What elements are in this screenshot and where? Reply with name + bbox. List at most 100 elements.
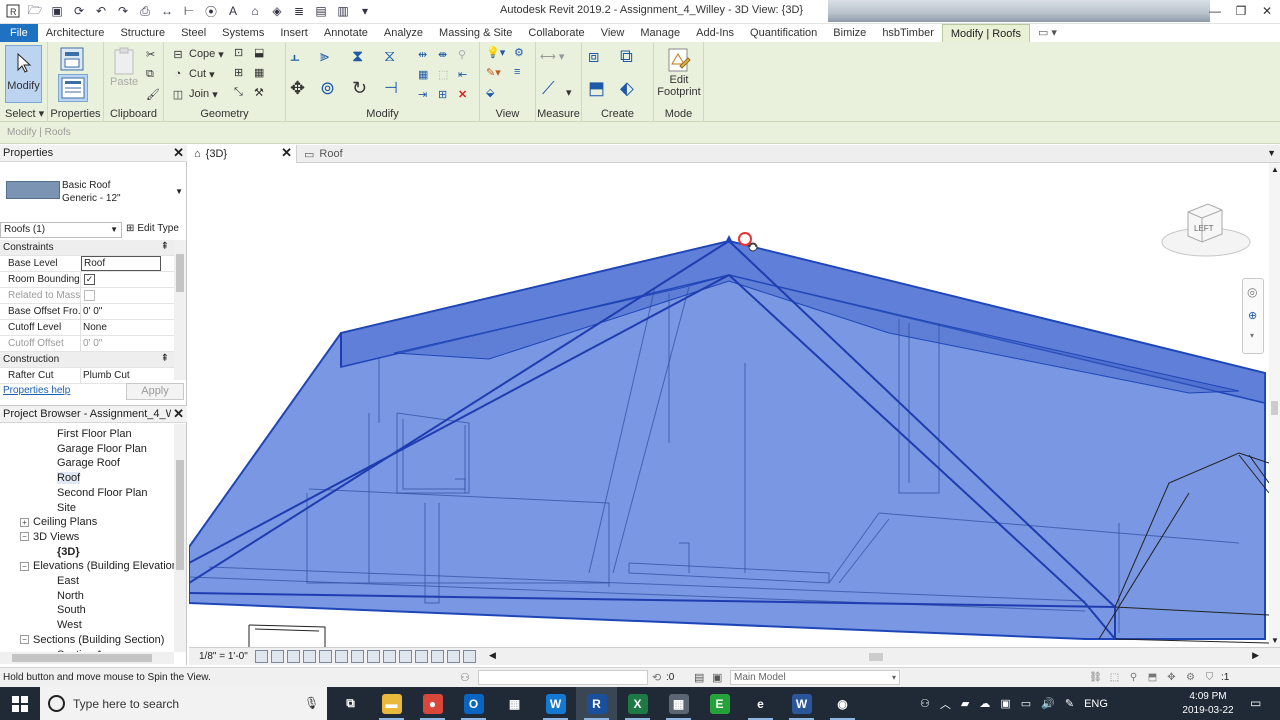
properties-help-link[interactable]: Properties help	[3, 385, 70, 396]
browser-item[interactable]: East	[57, 575, 79, 587]
battery-icon[interactable]: ▭	[1021, 697, 1031, 710]
reveal-hidden-icon[interactable]	[399, 650, 412, 663]
browser-item[interactable]: Site	[57, 502, 76, 514]
tray-overflow-icon[interactable]: ︿	[940, 696, 951, 712]
workset-select[interactable]	[478, 670, 648, 685]
browser-item[interactable]: Garage Roof	[57, 457, 120, 469]
cut-button[interactable]: ◔ Cut ▾	[170, 66, 215, 82]
unjoin-icon[interactable]: ⊞	[234, 66, 243, 79]
scale-icon[interactable]: ⬚	[438, 68, 448, 81]
split-gap-icon[interactable]: ⇼	[438, 48, 447, 61]
design-option-select[interactable]: Main Model ▾	[730, 670, 900, 685]
browser-h-scrollbar[interactable]	[0, 652, 174, 664]
people-icon[interactable]: ⚇	[920, 697, 930, 710]
scroll-thumb[interactable]	[176, 460, 184, 570]
scroll-left-icon[interactable]: ◀	[489, 650, 496, 661]
ribbon-toggle-icon[interactable]: ▭ ▾	[1030, 24, 1065, 42]
tab-annotate[interactable]: Annotate	[316, 24, 376, 42]
background-process-icon[interactable]: ⚙	[1183, 670, 1198, 685]
lock-view-icon[interactable]	[335, 650, 348, 663]
delete-icon[interactable]: ✕	[458, 88, 467, 101]
section-construction[interactable]: Construction ⇞	[0, 352, 174, 368]
tab-hsbtimber[interactable]: hsbTimber	[874, 24, 942, 42]
browser-item[interactable]: West	[57, 619, 82, 631]
sync-icon[interactable]: ⟳	[70, 2, 88, 20]
edit-type-button[interactable]: ⊞ Edit Type	[126, 223, 179, 234]
create-assembly-icon[interactable]: ⧈	[588, 46, 599, 67]
offset-icon[interactable]: ⫸	[320, 48, 329, 66]
wall-joins-icon[interactable]: ⊡	[234, 46, 243, 59]
browser-item[interactable]: − Sections (Building Section)	[20, 634, 164, 646]
filter-icon[interactable]: ⛉	[1202, 670, 1217, 685]
shadows-icon[interactable]	[303, 650, 316, 663]
browser-item[interactable]: − Elevations (Building Elevation	[20, 560, 174, 572]
tab-manage[interactable]: Manage	[632, 24, 688, 42]
linework-icon[interactable]: ✎▾	[486, 66, 501, 79]
section-icon[interactable]: ◈	[268, 2, 286, 20]
language-indicator[interactable]: ENG	[1084, 698, 1108, 710]
taskbar-app-calculator[interactable]: ▦	[658, 687, 699, 720]
taskbar-app-recorder[interactable]: ◉	[822, 687, 863, 720]
cope-button[interactable]: ⊟ Cope ▾	[170, 46, 223, 62]
taskbar-app-word[interactable]: W	[781, 687, 822, 720]
revit-logo-icon[interactable]: R	[4, 2, 22, 20]
apply-button[interactable]: Apply	[126, 383, 184, 400]
scroll-thumb[interactable]	[1271, 401, 1278, 415]
minimize-button[interactable]: —	[1202, 0, 1228, 22]
collapse-icon[interactable]: ⇞	[161, 241, 169, 252]
taskbar-app-calendar[interactable]: ▦	[494, 687, 535, 720]
active-option-icon[interactable]: ▣	[712, 671, 722, 684]
mirror-axis-icon[interactable]: ⧗	[352, 48, 363, 66]
browser-item[interactable]: {3D}	[57, 546, 80, 558]
modify-button[interactable]: Modify	[5, 45, 42, 103]
expand-icon[interactable]: +	[20, 517, 29, 527]
steering-wheel-icon[interactable]: ◎	[1247, 285, 1257, 299]
demolish-icon[interactable]: ⤡	[234, 86, 243, 99]
browser-item[interactable]: Roof	[57, 472, 81, 485]
tab-analyze[interactable]: Analyze	[376, 24, 431, 42]
browser-item[interactable]: + Ceiling Plans	[20, 516, 97, 528]
create-parts-icon[interactable]: ⧉	[620, 46, 633, 67]
properties-scrollbar[interactable]	[174, 240, 186, 380]
collapse-icon[interactable]: −	[20, 561, 29, 571]
create-similar-icon[interactable]: ⬖	[620, 78, 634, 99]
type-selector[interactable]: Basic Roof Generic - 12" ▼	[3, 165, 185, 219]
cutoff-level-value[interactable]: None	[83, 322, 107, 333]
select-underlay-icon[interactable]: ⬚	[1107, 670, 1122, 685]
scroll-thumb[interactable]	[176, 254, 184, 292]
properties-close-icon[interactable]: ✕	[173, 145, 184, 161]
taskbar-search-box[interactable]: Type here to search 🎙	[40, 687, 327, 720]
select-pinned-icon[interactable]: ⚲	[1126, 670, 1141, 685]
aligned-dimension-icon[interactable]: ⟋	[542, 78, 555, 99]
tab-structure[interactable]: Structure	[112, 24, 173, 42]
type-properties-button[interactable]	[58, 46, 86, 72]
visual-style-icon[interactable]	[271, 650, 284, 663]
close-tab-icon[interactable]: ✕	[281, 145, 292, 161]
tab-collaborate[interactable]: Collaborate	[520, 24, 592, 42]
base-offset-value[interactable]: 0' 0"	[83, 306, 102, 317]
split-icon[interactable]: ⇹	[418, 48, 427, 61]
viewcube[interactable]: LEFT	[1160, 200, 1252, 262]
taskbar-app-revit[interactable]: R	[576, 687, 617, 720]
edit-footprint-button[interactable]: Edit Footprint	[656, 46, 702, 98]
zoom-icon[interactable]: ⊕	[1248, 309, 1257, 322]
scroll-thumb[interactable]	[869, 653, 883, 661]
thin-lines-icon[interactable]: ≣	[290, 2, 308, 20]
design-options-icon[interactable]: ▤	[694, 671, 704, 684]
close-hidden-icon[interactable]: ▤	[312, 2, 330, 20]
filter-view-icon[interactable]: ⬙	[486, 86, 494, 99]
project-browser-close-icon[interactable]: ✕	[173, 406, 184, 422]
measure-distance-icon[interactable]: ⟷ ▾	[540, 50, 564, 63]
tab-architecture[interactable]: Architecture	[38, 24, 113, 42]
join-button[interactable]: ◫ Join ▾	[170, 86, 218, 102]
windows-start-button[interactable]	[0, 687, 40, 720]
cut-clipboard-icon[interactable]: ✂	[146, 48, 155, 61]
browser-item[interactable]: South	[57, 604, 86, 616]
split-face-icon[interactable]: ⬓	[254, 46, 264, 59]
rafter-cut-value[interactable]: Plumb Cut	[83, 370, 130, 381]
tab-massing-site[interactable]: Massing & Site	[431, 24, 520, 42]
collapse-icon[interactable]: ⇞	[161, 353, 169, 364]
browser-item[interactable]: North	[57, 590, 84, 602]
move-icon[interactable]: ✥	[290, 78, 305, 99]
tabs-menu-icon[interactable]: ▼	[1267, 148, 1276, 158]
